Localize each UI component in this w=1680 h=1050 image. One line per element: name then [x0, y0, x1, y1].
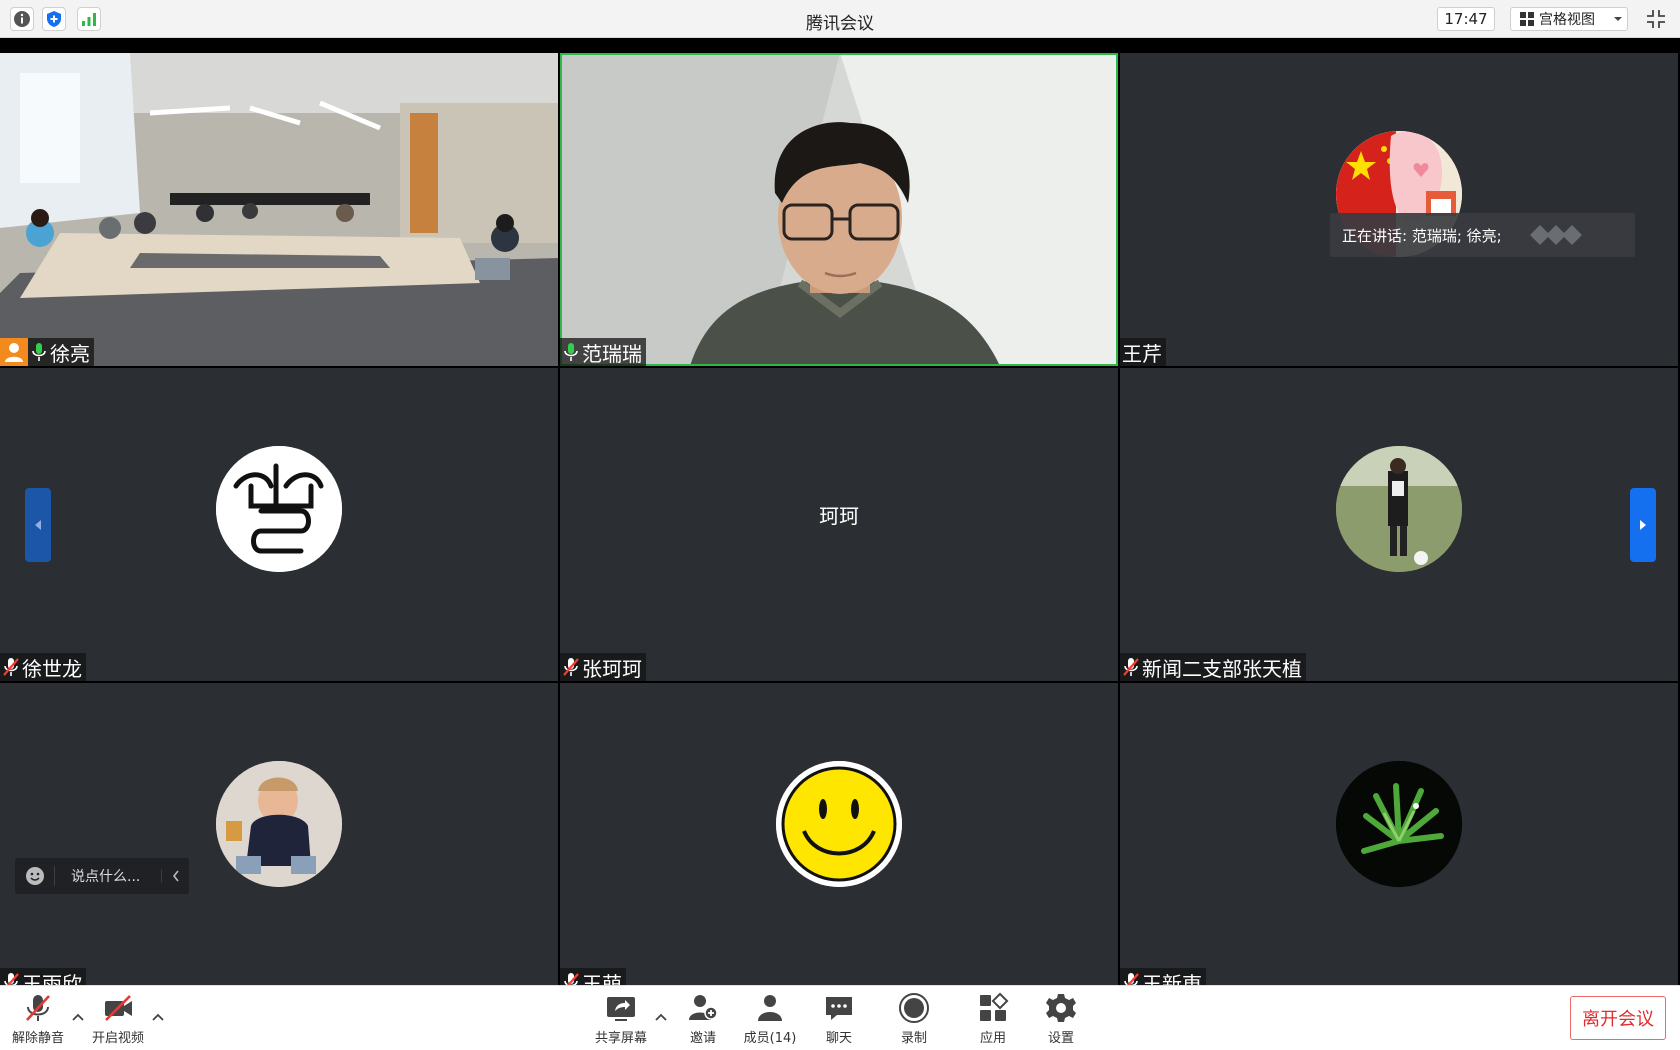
participant-name: 新闻二支部张天植	[1142, 656, 1302, 681]
mic-muted-icon	[1123, 658, 1139, 676]
participant-name: 王萌	[582, 971, 622, 986]
video-options-caret-icon[interactable]	[151, 1010, 165, 1024]
mic-muted-icon	[26, 995, 50, 1021]
participant-avatar	[1336, 761, 1462, 887]
participant-nameplate: 张珂珂	[560, 653, 646, 681]
participant-avatar	[216, 761, 342, 887]
quick-chat-box[interactable]: 说点什么...	[15, 858, 189, 894]
participant-tile[interactable]: 王新東	[1120, 683, 1678, 985]
speaking-indicator: 正在讲话: 范瑞瑞; 徐亮;	[1330, 213, 1635, 257]
view-mode-label: 宫格视图	[1539, 12, 1595, 28]
share-screen-icon	[607, 997, 635, 1021]
mic-muted-icon	[564, 973, 579, 985]
participant-name: 王新東	[1142, 971, 1202, 986]
participant-tile[interactable]: 珂珂 张珂珂	[560, 368, 1118, 681]
fullscreen-button[interactable]	[1643, 7, 1669, 31]
participant-nameplate: 徐亮	[0, 338, 94, 366]
mic-muted-icon	[3, 658, 19, 676]
mic-muted-icon	[563, 658, 579, 676]
participant-name: 徐亮	[50, 341, 90, 366]
participant-tile[interactable]: 徐世龙	[0, 368, 558, 681]
chevron-right-icon	[1640, 520, 1646, 530]
page-prev-button[interactable]	[25, 488, 51, 562]
title-bar: 腾讯会议 17:47 宫格视图	[0, 0, 1680, 38]
participant-name: 王芹	[1122, 341, 1162, 366]
participant-nameplate: 王新東	[1120, 968, 1206, 985]
participant-name: 张珂珂	[582, 656, 642, 681]
participant-name: 王雨欣	[22, 971, 82, 986]
settings-label: 设置	[1047, 1031, 1074, 1046]
participant-tile[interactable]: 王芹	[1120, 53, 1678, 366]
apps-icon	[980, 992, 1009, 1021]
host-badge-icon	[0, 338, 28, 366]
fullscreen-icon	[1647, 10, 1665, 28]
camera-off-icon	[105, 995, 132, 1021]
mic-on-icon	[564, 343, 578, 361]
members-label: 成员(14)	[743, 1031, 797, 1046]
share-screen-label: 共享屏幕	[594, 1031, 647, 1046]
view-mode-dropdown[interactable]: 宫格视图	[1510, 7, 1628, 31]
participant-tile[interactable]: 新闻二支部张天植	[1120, 368, 1678, 681]
participant-video	[560, 53, 1118, 366]
leave-meeting-button[interactable]: 离开会议	[1570, 996, 1666, 1040]
mic-muted-icon	[4, 973, 19, 985]
participant-name: 范瑞瑞	[582, 341, 642, 366]
grid-view-icon	[1520, 12, 1534, 26]
meeting-clock: 17:47	[1437, 7, 1495, 31]
participant-nameplate: 范瑞瑞	[560, 338, 646, 366]
participant-tile[interactable]: 王雨欣	[0, 683, 558, 985]
chat-icon	[826, 997, 852, 1020]
page-next-button[interactable]	[1630, 488, 1656, 562]
unmute-button[interactable]: 解除静音	[3, 992, 73, 1046]
participant-nameplate: 王芹	[1120, 338, 1166, 366]
unmute-label: 解除静音	[11, 1031, 64, 1046]
participant-avatar	[776, 761, 902, 887]
participant-nameplate: 王萌	[560, 968, 626, 985]
members-button[interactable]: 成员(14)	[735, 992, 805, 1046]
participant-tile[interactable]: 王萌	[560, 683, 1118, 985]
video-grid: 徐亮 范瑞瑞 王芹 徐世龙 珂珂 张珂珂 新闻二支部张天植 王雨欣 王萌 王新東	[0, 53, 1680, 985]
participant-avatar	[1336, 446, 1462, 572]
record-icon	[899, 993, 929, 1023]
invite-button[interactable]: 邀请	[668, 992, 738, 1046]
conference-room-video	[0, 53, 558, 366]
share-options-caret-icon[interactable]	[654, 1010, 668, 1024]
invite-label: 邀请	[689, 1031, 716, 1046]
invite-user-icon	[689, 995, 718, 1020]
chat-input-placeholder[interactable]: 说点什么...	[55, 866, 161, 886]
participant-name: 徐世龙	[22, 656, 82, 681]
record-label: 录制	[900, 1031, 927, 1046]
emoji-icon[interactable]	[15, 866, 55, 886]
mic-muted-icon	[1124, 973, 1139, 985]
apps-label: 应用	[979, 1031, 1006, 1046]
record-button[interactable]: 录制	[879, 992, 949, 1046]
settings-button[interactable]: 设置	[1026, 992, 1096, 1046]
speaking-wave-icon	[1529, 225, 1582, 245]
share-screen-button[interactable]: 共享屏幕	[586, 992, 656, 1046]
participant-display-name: 珂珂	[819, 504, 859, 528]
gear-icon	[1046, 994, 1076, 1022]
participant-nameplate: 徐世龙	[0, 653, 86, 681]
participant-avatar	[216, 446, 342, 572]
chat-button[interactable]: 聊天	[804, 992, 874, 1046]
participant-nameplate: 新闻二支部张天植	[1120, 653, 1306, 681]
chevron-left-icon	[35, 520, 41, 530]
members-icon	[758, 995, 782, 1021]
meeting-title: 腾讯会议	[806, 14, 874, 34]
speaking-text: 正在讲话: 范瑞瑞; 徐亮;	[1342, 226, 1502, 245]
mic-on-icon	[32, 343, 46, 361]
participant-nameplate: 王雨欣	[0, 968, 86, 985]
participant-tile[interactable]: 徐亮	[0, 53, 558, 366]
start-video-button[interactable]: 开启视频	[83, 992, 153, 1046]
collapse-chat-icon[interactable]	[161, 870, 189, 882]
start-video-label: 开启视频	[91, 1031, 144, 1046]
participant-tile-active[interactable]: 范瑞瑞	[560, 53, 1118, 366]
apps-button[interactable]: 应用	[958, 992, 1028, 1046]
caret-down-icon	[1614, 17, 1622, 21]
meeting-toolbar: 解除静音 开启视频 共享屏幕 邀请 成员(14) 聊天 录制 应用 设置 离开会…	[0, 985, 1680, 1050]
chat-label: 聊天	[825, 1031, 852, 1046]
